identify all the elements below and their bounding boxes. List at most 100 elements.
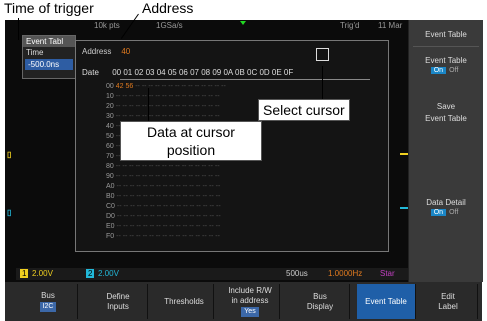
thresholds-softkey[interactable]: Thresholds (155, 284, 214, 319)
hex-cell: -- (142, 223, 150, 230)
hex-cell: -- (216, 203, 223, 210)
hex-cell: -- (176, 183, 183, 190)
hex-cell: -- (214, 93, 222, 100)
callout-address: Address (142, 0, 194, 16)
hex-row: C0 -- -- -- -- -- -- -- -- -- -- -- -- -… (106, 203, 223, 210)
hex-header-divider (120, 79, 370, 80)
hex-cell: -- (122, 163, 129, 170)
select-cursor-box[interactable] (316, 48, 329, 61)
hex-cell: -- (214, 173, 222, 180)
hex-cell: -- (196, 213, 203, 220)
hex-cell: -- (169, 183, 176, 190)
hex-cell: -- (143, 213, 150, 220)
hex-cell: -- (195, 173, 202, 180)
event-table-row[interactable]: -500.0ns (25, 59, 73, 70)
hex-cell: -- (122, 113, 129, 120)
hex-cell: -- (216, 213, 223, 220)
hex-cell: -- (128, 113, 136, 120)
hex-cell: -- (189, 223, 196, 230)
hex-cell: -- (155, 163, 162, 170)
hex-cell: -- (201, 83, 208, 90)
hex-cell: -- (209, 183, 216, 190)
hex-cell: -- (221, 83, 228, 90)
hex-row: D0 -- -- -- -- -- -- -- -- -- -- -- -- -… (106, 213, 223, 220)
date-label: 11 Mar (378, 21, 403, 30)
hex-row: 10 -- -- -- -- -- -- -- -- -- -- -- -- -… (106, 93, 221, 100)
hex-cell: -- (176, 223, 183, 230)
hex-cell: -- (155, 103, 162, 110)
hex-cell: -- (209, 193, 216, 200)
hex-cell: -- (130, 203, 137, 210)
hex-cell: -- (156, 223, 163, 230)
hex-row-address: 50 (106, 133, 116, 140)
sample-rate: 1GSa/s (156, 21, 183, 30)
hex-cell: -- (208, 163, 215, 170)
include-rw-value: Yes (241, 307, 259, 317)
hex-cell: -- (215, 183, 223, 190)
hex-cell: -- (116, 203, 124, 210)
hex-cell: -- (202, 233, 209, 240)
hex-cell: -- (162, 103, 169, 110)
hex-cell: -- (175, 113, 182, 120)
hex-cell: -- (189, 183, 196, 190)
hex-cell: -- (128, 93, 136, 100)
bus-softkey[interactable]: Bus I2C (19, 284, 78, 319)
hex-cell: -- (162, 233, 169, 240)
record-length: 10k pts (94, 21, 120, 30)
hex-row: B0 -- -- -- -- -- -- -- -- -- -- -- -- -… (106, 193, 222, 200)
hex-cell: -- (135, 83, 142, 90)
hex-cell: -- (156, 183, 163, 190)
hex-cell: -- (208, 113, 215, 120)
right-panel-title: Event Table (425, 30, 467, 39)
hex-cell: -- (128, 173, 136, 180)
include-rw-softkey[interactable]: Include R/W in address Yes (221, 284, 280, 319)
event-table-softkey[interactable]: Event Table (357, 284, 416, 319)
hex-cell: -- (175, 93, 182, 100)
hex-cell: -- (142, 163, 149, 170)
save-label: Save (436, 102, 456, 111)
data-detail-toggle[interactable]: Data Detail On Off (409, 198, 483, 216)
hex-row-address: 00 (106, 83, 116, 90)
edit-label-softkey[interactable]: Edit Label (419, 284, 478, 319)
hex-row: 30 -- -- -- -- -- -- -- -- -- -- -- -- -… (106, 113, 221, 120)
callout-line-select (322, 66, 323, 100)
hex-cell: -- (208, 103, 215, 110)
hex-row-address: 30 (106, 113, 116, 120)
save-event-table-button[interactable]: Save Event Table (409, 102, 483, 123)
hex-cell: 42 (115, 83, 126, 90)
hex-cell: -- (195, 103, 202, 110)
hex-cell: -- (155, 113, 162, 120)
hex-row: A0 -- -- -- -- -- -- -- -- -- -- -- -- -… (106, 183, 222, 190)
hex-cell: -- (169, 233, 176, 240)
hex-cell: -- (155, 83, 162, 90)
hex-cell: -- (123, 193, 130, 200)
callout-line-time (18, 18, 19, 40)
hex-cell: -- (188, 83, 195, 90)
hex-row-address: 70 (106, 153, 116, 160)
hex-cell: -- (142, 183, 150, 190)
hex-cell: -- (129, 233, 136, 240)
hex-row-address: 10 (106, 93, 116, 100)
frequency: 1.0000Hz (328, 269, 363, 278)
address-value: 40 (121, 47, 131, 56)
hex-cell: -- (175, 173, 182, 180)
bus-value: I2C (39, 302, 57, 312)
event-table-toggle[interactable]: Event Table On Off (409, 56, 483, 74)
right-menu-panel: Event Table Event Table On Off Save Event… (408, 20, 483, 282)
hex-cell: -- (196, 203, 203, 210)
ch1-level-marker: ▯ (7, 150, 12, 159)
ch1-badge: 1 (20, 269, 29, 278)
event-table-panel: Event Tabl Time -500.0ns (22, 35, 76, 79)
save-sub-label: Event Table (425, 114, 467, 123)
hex-row-address: 90 (106, 173, 116, 180)
hex-cell: -- (130, 213, 137, 220)
hex-cell: -- (195, 93, 202, 100)
hex-cell: -- (156, 193, 163, 200)
data-detail-label: Data Detail (426, 198, 466, 207)
define-inputs-softkey[interactable]: Define Inputs (89, 284, 148, 319)
bus-display-softkey[interactable]: Bus Display (291, 284, 350, 319)
ch1-scale: 2.00V (32, 269, 53, 278)
hex-cell: -- (142, 173, 149, 180)
hex-cell: -- (149, 203, 157, 210)
trigger-status: Trig'd (340, 21, 360, 30)
